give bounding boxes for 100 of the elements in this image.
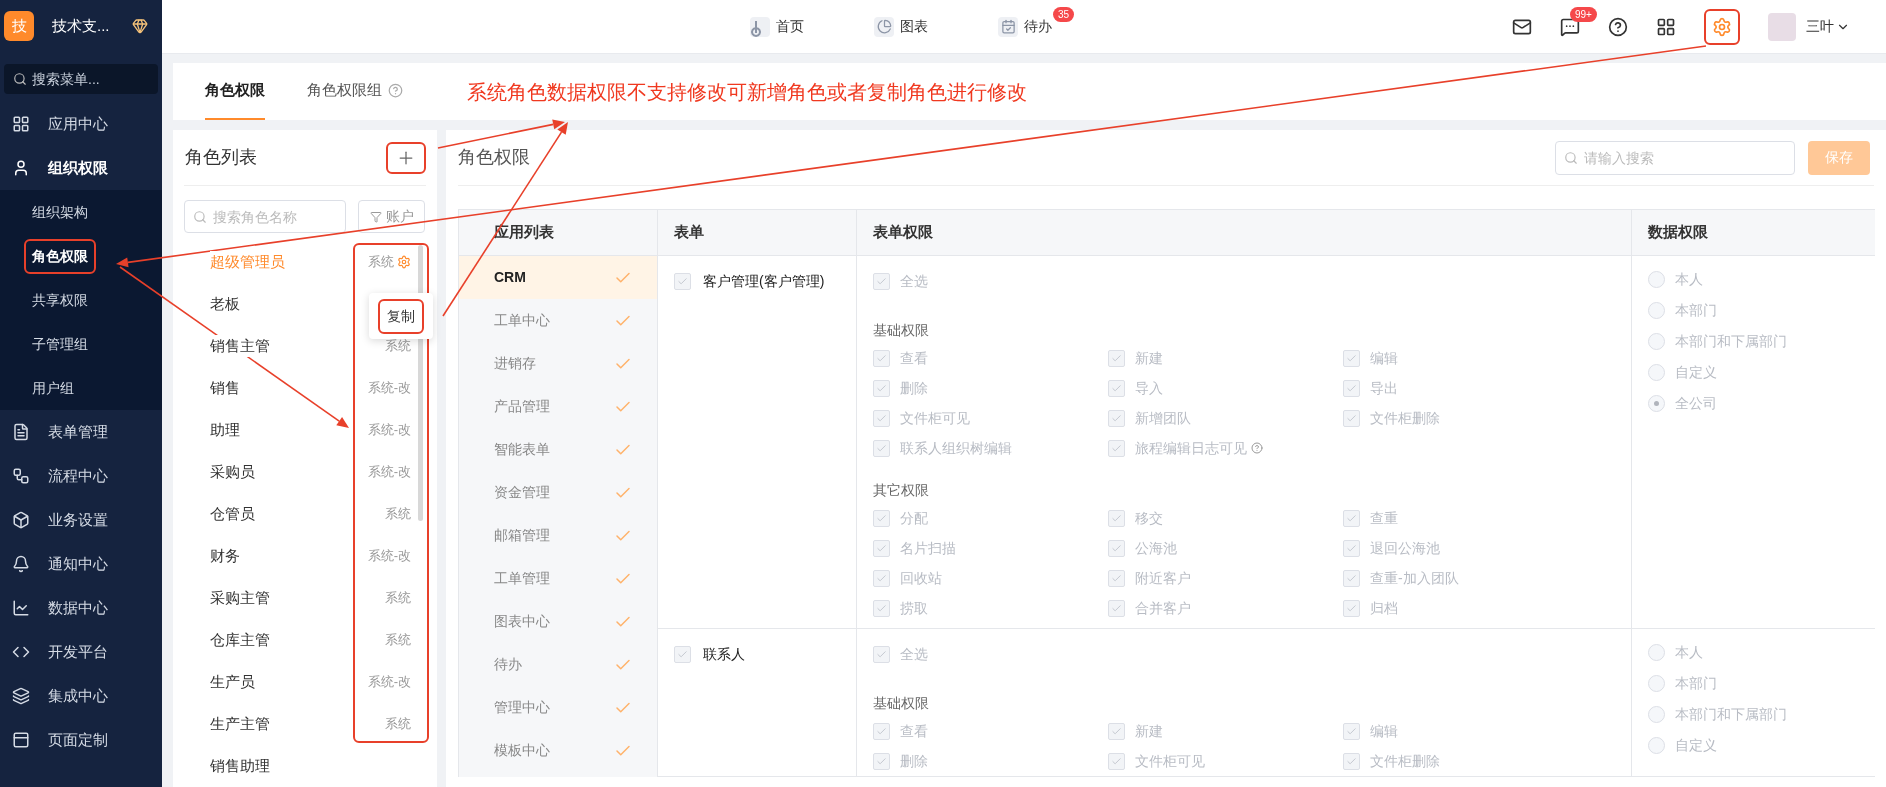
checkbox[interactable] — [1343, 569, 1360, 587]
check-icon — [1111, 572, 1122, 584]
menu-item[interactable]: 数据中心 — [0, 586, 162, 630]
settings-icon[interactable] — [1712, 16, 1732, 37]
submenu-item[interactable]: 用户组 — [0, 366, 162, 410]
context-menu-item[interactable]: 复制 — [380, 300, 422, 332]
role-item[interactable]: 销售主管 — [210, 334, 270, 358]
menu-item[interactable]: 通知中心 — [0, 542, 162, 586]
menu-item[interactable]: 开发平台 — [0, 630, 162, 674]
checkbox[interactable] — [1108, 752, 1125, 770]
check-icon — [876, 512, 887, 524]
form-name: 客户管理(客户管理) — [703, 271, 825, 291]
checkbox[interactable] — [873, 599, 890, 617]
checkbox[interactable] — [873, 722, 890, 740]
radio-button[interactable] — [1648, 302, 1665, 319]
checkbox[interactable] — [674, 645, 691, 663]
check-icon — [876, 755, 887, 767]
radio-button[interactable] — [1648, 706, 1665, 723]
checkbox[interactable] — [1343, 539, 1360, 557]
checkbox[interactable] — [873, 439, 890, 457]
radio-label: 全公司 — [1675, 394, 1717, 413]
checkbox[interactable] — [1343, 722, 1360, 740]
radio-button[interactable] — [1648, 271, 1665, 288]
menu-item[interactable]: 表单管理 — [0, 410, 162, 454]
help-icon[interactable] — [1608, 16, 1628, 37]
checkbox-label: 查看 — [900, 348, 928, 368]
checkbox[interactable] — [1343, 349, 1360, 367]
menu-item[interactable]: 页面定制 — [0, 718, 162, 762]
role-tag: 系统 — [385, 630, 411, 650]
search-field[interactable]: 请输入搜索 — [1555, 140, 1795, 175]
radio-button[interactable] — [1648, 737, 1665, 754]
grid-icon[interactable] — [1656, 16, 1676, 37]
checkbox[interactable] — [873, 349, 890, 367]
user-menu[interactable]: 三叶 — [1806, 16, 1850, 37]
radio-button[interactable] — [1648, 364, 1665, 381]
check-icon — [1346, 572, 1357, 584]
check-icon — [1111, 442, 1122, 454]
app-item[interactable]: 资金管理 — [459, 471, 657, 514]
menu-item[interactable]: 业务设置 — [0, 498, 162, 542]
checkbox[interactable] — [873, 752, 890, 770]
checkbox[interactable] — [1343, 379, 1360, 397]
group-title: 基础权限 — [873, 693, 930, 713]
checkbox[interactable] — [1108, 722, 1125, 740]
checkbox-label: 删除 — [900, 751, 928, 771]
menu-icon — [12, 731, 30, 749]
checkbox[interactable] — [1108, 599, 1125, 617]
checkbox[interactable] — [1108, 379, 1125, 397]
radio-label: 本部门和下属部门 — [1675, 332, 1787, 351]
tab[interactable]: 角色权限组 — [307, 63, 403, 120]
role-search-field[interactable]: 搜索角色名称 — [184, 200, 346, 233]
menu-item[interactable]: 流程中心 — [0, 454, 162, 498]
checkbox[interactable] — [873, 645, 890, 663]
menu-icon — [12, 423, 30, 441]
menu-item[interactable]: 应用中心 — [0, 102, 162, 146]
checkbox[interactable] — [873, 539, 890, 557]
message-icon[interactable] — [1560, 16, 1580, 37]
check-icon — [1111, 725, 1122, 737]
checkbox[interactable] — [873, 509, 890, 527]
checkbox[interactable] — [1343, 599, 1360, 617]
menu-item[interactable]: 组织权限 — [0, 146, 162, 190]
checkbox[interactable] — [873, 272, 890, 290]
check-icon — [1111, 602, 1122, 614]
app-item[interactable]: 产品管理 — [459, 385, 657, 428]
checkbox[interactable] — [873, 409, 890, 427]
menu-search-field[interactable]: 搜索菜单... — [4, 64, 158, 94]
submenu-item[interactable]: 子管理组 — [0, 322, 162, 366]
settings-icon[interactable] — [397, 255, 411, 269]
app-item[interactable]: CRM — [459, 256, 657, 299]
checkbox[interactable] — [1108, 439, 1125, 457]
radio-button[interactable] — [1648, 333, 1665, 350]
submenu-item[interactable]: 组织架构 — [0, 190, 162, 234]
checkbox[interactable] — [1108, 409, 1125, 427]
check-icon — [1346, 412, 1357, 424]
checkbox[interactable] — [873, 569, 890, 587]
avatar[interactable] — [1768, 12, 1796, 41]
radio-button[interactable] — [1648, 675, 1665, 692]
checkbox[interactable] — [1108, 349, 1125, 367]
check-icon — [876, 442, 887, 454]
app-item[interactable]: 工单管理 — [459, 557, 657, 600]
nav-link[interactable]: 图表 — [874, 16, 928, 37]
checkbox[interactable] — [1108, 539, 1125, 557]
submenu-item[interactable]: 共享权限 — [0, 278, 162, 322]
checkbox-label: 合并客户 — [1135, 598, 1191, 618]
checkbox[interactable] — [674, 272, 691, 290]
app-item[interactable]: 待办 — [459, 643, 657, 686]
checkbox[interactable] — [873, 379, 890, 397]
checkbox[interactable] — [1343, 752, 1360, 770]
radio-button[interactable] — [1648, 395, 1665, 412]
menu-item[interactable]: 集成中心 — [0, 674, 162, 718]
nav-link[interactable]: 首页 — [750, 16, 804, 37]
annotation-note: 系统角色数据权限不支持修改可新增角色或者复制角色进行修改 — [467, 79, 1027, 105]
tab[interactable]: 角色权限 — [205, 63, 265, 120]
radio-button[interactable] — [1648, 644, 1665, 661]
radio-label: 本人 — [1675, 270, 1703, 289]
app-item[interactable]: 邮箱管理 — [459, 514, 657, 557]
checkbox[interactable] — [1343, 509, 1360, 527]
panel-title: 角色列表 — [184, 146, 257, 169]
checkbox[interactable] — [1108, 569, 1125, 587]
checkbox[interactable] — [1343, 409, 1360, 427]
checkbox[interactable] — [1108, 509, 1125, 527]
